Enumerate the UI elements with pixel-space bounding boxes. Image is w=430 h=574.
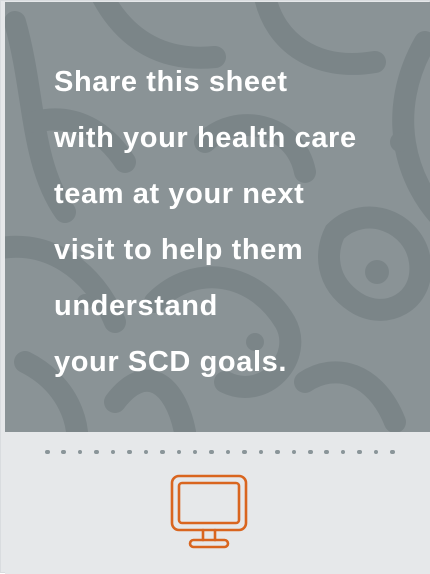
divider-dot — [390, 449, 395, 455]
divider-dot — [209, 449, 214, 455]
divider-dot — [176, 449, 181, 455]
info-card: Share this sheet with your health care t… — [0, 0, 430, 574]
divider-dot — [242, 449, 247, 455]
divider-dot — [308, 449, 313, 455]
divider-dot — [258, 449, 264, 455]
divider-dot — [143, 449, 149, 455]
divider-dot — [127, 449, 132, 455]
hero-panel: Share this sheet with your health care t… — [5, 2, 430, 432]
headline-line: your SCD goals. — [54, 346, 287, 378]
divider-dot — [110, 449, 116, 455]
dotted-divider — [45, 448, 395, 456]
icon-footer — [5, 432, 430, 574]
headline-line: understand — [54, 290, 218, 322]
desktop-monitor-icon — [170, 474, 248, 549]
headline: Share this sheet with your health care t… — [54, 54, 414, 390]
headline-line: visit to help them — [54, 234, 304, 266]
divider-dot — [45, 449, 50, 455]
divider-dot — [94, 449, 99, 455]
divider-dot — [340, 449, 346, 455]
divider-dot — [77, 449, 83, 455]
headline-line: with your health care — [54, 122, 357, 154]
headline-line: Share this sheet — [54, 66, 288, 98]
divider-dot — [324, 449, 329, 455]
divider-dot — [291, 449, 297, 455]
divider-dot — [357, 449, 362, 455]
divider-dot — [225, 449, 231, 455]
divider-dot — [192, 449, 198, 455]
divider-dot — [275, 449, 280, 455]
divider-dot — [160, 449, 165, 455]
divider-dot — [373, 449, 379, 455]
divider-dot — [61, 449, 66, 455]
headline-line: team at your next — [54, 178, 305, 210]
